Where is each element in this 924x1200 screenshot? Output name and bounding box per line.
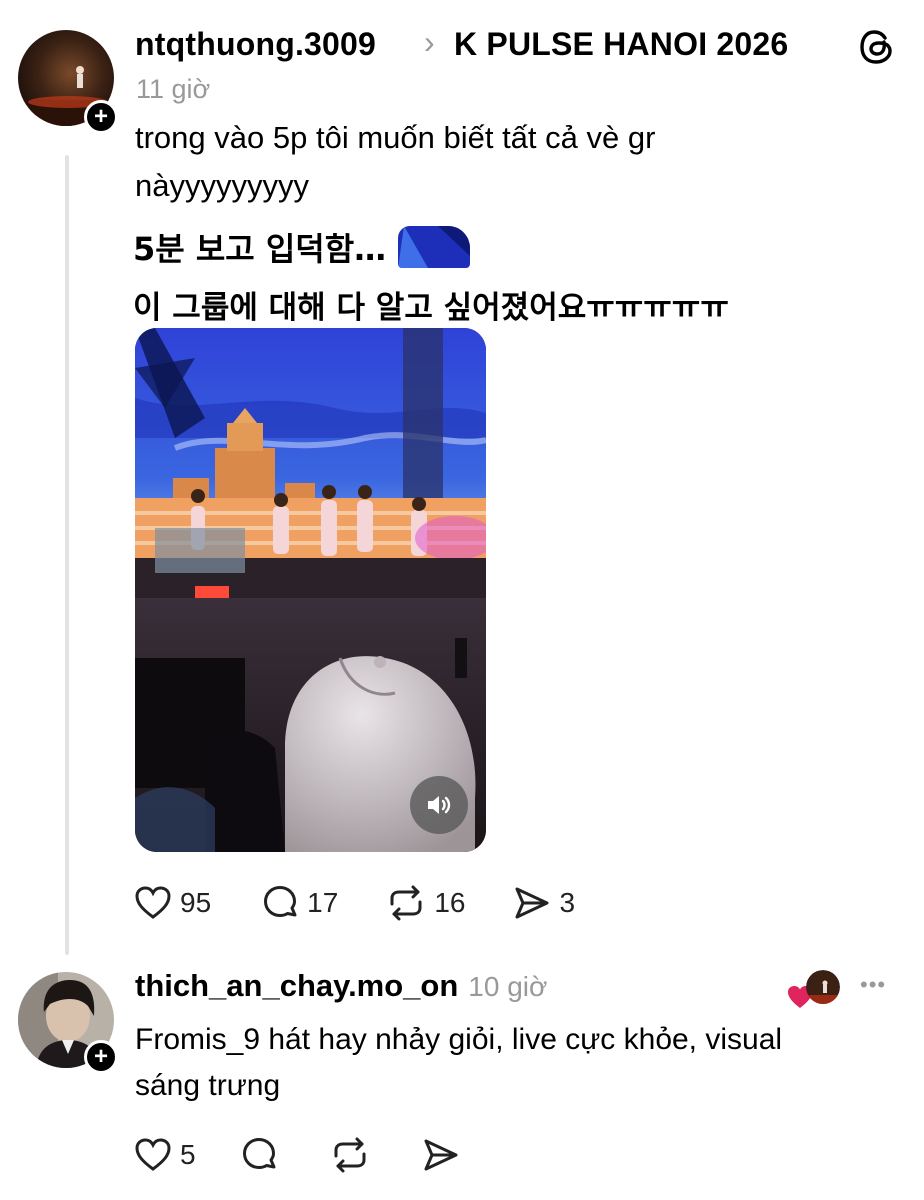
author-mini-avatar (806, 970, 840, 1004)
repost-icon (390, 885, 422, 921)
reply-username[interactable]: thich_an_chay.mo_on (135, 968, 458, 1004)
repost-icon (334, 1137, 366, 1173)
reply-comment-button[interactable] (240, 1136, 278, 1174)
post-timestamp: 11 giờ (136, 74, 211, 104)
send-icon (515, 887, 549, 919)
repost-count: 16 (434, 887, 466, 918)
post-korean-line1: 5분 보고 입덕함… (133, 224, 471, 270)
reply-repost-button[interactable] (330, 1136, 370, 1174)
speaker-icon (428, 796, 451, 814)
reply-header: thich_an_chay.mo_on 10 giờ (135, 968, 547, 1004)
more-options-button[interactable]: ••• (860, 972, 886, 998)
reply-follow-plus-button[interactable]: + (84, 1040, 118, 1074)
comment-count: 17 (307, 887, 339, 918)
thread-connector-line (65, 155, 69, 955)
share-count: 3 (559, 887, 576, 918)
reply-action-bar: 5 (134, 1136, 500, 1174)
threads-logo-icon[interactable] (858, 28, 896, 71)
comment-icon (242, 1138, 276, 1169)
heart-icon (135, 886, 171, 919)
comment-icon (264, 886, 297, 917)
repost-button[interactable]: 16 (386, 884, 465, 922)
like-button[interactable]: 95 (134, 885, 211, 921)
liked-by-author-indicator (786, 968, 842, 1008)
korean-text-1: 5분 보고 입덕함… (133, 230, 387, 268)
like-count: 95 (180, 887, 212, 918)
reply-text-line2: sáng trưng (135, 1069, 281, 1102)
heart-icon (135, 1138, 171, 1171)
follow-plus-button[interactable]: + (84, 100, 118, 134)
reply-like-button[interactable]: 5 (134, 1137, 196, 1173)
community-name[interactable]: K PULSE HANOI 2026 (454, 26, 788, 63)
video-sound-button[interactable] (410, 776, 468, 834)
breadcrumb-separator: › (424, 24, 435, 60)
reply-timestamp: 10 giờ (468, 971, 548, 1002)
comment-button[interactable]: 17 (261, 884, 338, 922)
post-text-line2: nàyyyyyyyyy (135, 168, 309, 203)
post-username[interactable]: ntqthuong.3009 (135, 26, 376, 63)
reply-text-line1: Fromis_9 hát hay nhảy giỏi, live cực khỏ… (135, 1023, 783, 1056)
inline-sticker-image (398, 226, 471, 268)
post-action-bar: 95 17 16 3 (134, 884, 615, 922)
reply-share-button[interactable] (422, 1137, 460, 1173)
share-button[interactable]: 3 (513, 885, 575, 921)
send-icon (424, 1139, 458, 1171)
post-text-line1: trong vào 5p tôi muốn biết tất cả vè gr (135, 120, 656, 155)
post-korean-line2: 이 그룹에 대해 다 알고 싶어졌어요ㅠㅠㅠㅠㅠ (133, 290, 729, 326)
reply-like-count: 5 (180, 1139, 196, 1170)
post-video[interactable] (135, 328, 486, 852)
